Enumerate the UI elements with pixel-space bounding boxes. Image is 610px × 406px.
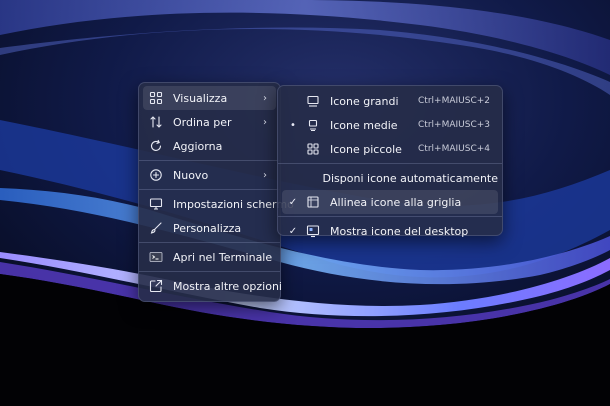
desktop-icons-icon [306, 224, 320, 238]
menu-item-visualizza[interactable]: Visualizza › [143, 86, 276, 110]
submenu-item-label: Icone medie [330, 118, 398, 132]
chevron-right-icon: › [263, 116, 267, 128]
auto-arrange-icon [299, 171, 313, 185]
submenu-item-icone-grandi[interactable]: Icone grandi Ctrl+MAIUSC+2 [282, 89, 498, 113]
keyboard-shortcut: Ctrl+MAIUSC+2 [418, 96, 490, 106]
submenu-item-label: Mostra icone del desktop [330, 224, 469, 238]
menu-item-impostazioni-schermo[interactable]: Impostazioni schermo [143, 192, 294, 216]
submenu-item-allinea-griglia[interactable]: ✓ Allinea icone alla griglia [282, 190, 498, 214]
menu-item-label: Impostazioni schermo [173, 197, 294, 211]
refresh-icon [149, 139, 163, 153]
menu-item-personalizza[interactable]: Personalizza [143, 216, 276, 240]
chevron-right-icon: › [263, 92, 267, 104]
menu-separator [139, 160, 280, 161]
menu-item-ordina-per[interactable]: Ordina per › [143, 110, 276, 134]
sort-arrows-icon [149, 115, 163, 129]
menu-item-label: Mostra altre opzioni [173, 279, 282, 293]
submenu-item-mostra-icone-desktop[interactable]: ✓ Mostra icone del desktop [282, 219, 498, 243]
keyboard-shortcut: Ctrl+MAIUSC+3 [418, 120, 490, 130]
checkmark-icon: ✓ [288, 225, 298, 237]
checkmark-icon: ✓ [288, 196, 298, 208]
menu-item-aggiorna[interactable]: Aggiorna [143, 134, 276, 158]
submenu-item-icone-piccole[interactable]: Icone piccole Ctrl+MAIUSC+4 [282, 137, 498, 161]
menu-separator [139, 271, 280, 272]
menu-separator [139, 189, 280, 190]
keyboard-shortcut: Ctrl+MAIUSC+4 [418, 144, 490, 154]
menu-item-label: Aggiorna [173, 139, 223, 153]
submenu-item-label: Allinea icone alla griglia [330, 195, 462, 209]
menu-item-label: Ordina per [173, 115, 232, 129]
menu-item-label: Personalizza [173, 221, 242, 235]
menu-item-label: Apri nel Terminale [173, 250, 273, 264]
submenu-item-disponi-automaticamente[interactable]: Disponi icone automaticamente [282, 166, 498, 190]
plus-circle-icon [149, 168, 163, 182]
view-submenu: Icone grandi Ctrl+MAIUSC+2 • Icone medie… [277, 85, 503, 238]
monitor-settings-icon [149, 197, 163, 211]
menu-item-label: Nuovo [173, 168, 209, 182]
grid-icon [149, 91, 163, 105]
medium-icons-icon [306, 118, 320, 132]
submenu-item-label: Disponi icone automaticamente [322, 171, 498, 185]
menu-item-mostra-altre-opzioni[interactable]: Mostra altre opzioni [143, 274, 282, 298]
menu-item-label: Visualizza [173, 91, 228, 105]
align-grid-icon [306, 195, 320, 209]
brush-icon [149, 221, 163, 235]
more-options-icon [149, 279, 163, 293]
desktop-context-menu: Visualizza › Ordina per › Aggiorna Nuovo… [138, 82, 294, 302]
menu-item-apri-terminale[interactable]: Apri nel Terminale [143, 245, 276, 269]
menu-separator [139, 242, 280, 243]
terminal-icon [149, 250, 163, 264]
submenu-item-icone-medie[interactable]: • Icone medie Ctrl+MAIUSC+3 [282, 113, 498, 137]
submenu-item-label: Icone piccole [330, 142, 402, 156]
chevron-right-icon: › [263, 169, 267, 181]
menu-item-nuovo[interactable]: Nuovo › [143, 163, 276, 187]
selection-mark: • [290, 119, 296, 131]
large-icons-icon [306, 94, 320, 108]
small-icons-icon [306, 142, 320, 156]
submenu-item-label: Icone grandi [330, 94, 399, 108]
menu-separator [278, 163, 502, 164]
menu-separator [278, 216, 502, 217]
